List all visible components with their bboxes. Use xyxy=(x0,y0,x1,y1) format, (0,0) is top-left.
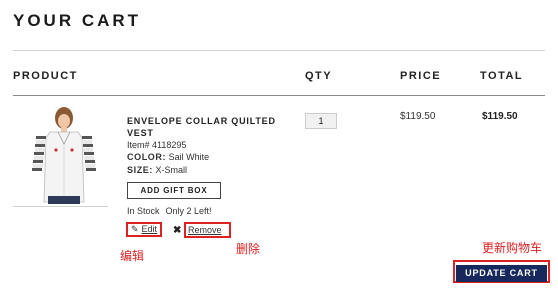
stock-status-text: In Stock xyxy=(127,206,160,216)
color-line: COLOR: Sail White xyxy=(127,152,209,162)
title-divider xyxy=(13,50,545,51)
update-cart-highlight: UPDATE CART xyxy=(453,260,550,283)
stock-left-text: Only 2 Left! xyxy=(165,206,212,216)
stock-status: In Stock Only 2 Left! xyxy=(127,206,212,216)
edit-link[interactable]: ✎ Edit xyxy=(126,222,163,237)
remove-x-icon[interactable]: ✖ xyxy=(173,225,181,236)
annotation-edit: 编辑 xyxy=(120,249,145,263)
column-header-product: PRODUCT xyxy=(13,70,78,82)
edit-label: Edit xyxy=(141,224,158,234)
item-total: $119.50 xyxy=(482,111,518,122)
item-price: $119.50 xyxy=(400,111,436,122)
header-divider xyxy=(13,95,545,96)
update-cart-button[interactable]: UPDATE CART xyxy=(456,264,547,282)
image-divider xyxy=(13,206,108,207)
column-header-total: TOTAL xyxy=(480,70,524,82)
size-value: X-Small xyxy=(155,165,188,175)
size-line: SIZE: X-Small xyxy=(127,165,187,175)
column-header-qty: QTY xyxy=(305,70,333,82)
remove-link[interactable]: Remove xyxy=(184,222,231,238)
annotation-update-cart: 更新购物车 xyxy=(482,241,543,255)
annotation-remove: 删除 xyxy=(236,242,261,256)
pencil-icon: ✎ xyxy=(131,224,139,234)
size-label: SIZE: xyxy=(127,165,154,175)
color-label: COLOR: xyxy=(127,152,167,162)
product-image[interactable] xyxy=(20,104,108,204)
column-header-price: PRICE xyxy=(400,70,442,82)
color-value: Sail White xyxy=(168,152,210,162)
product-name[interactable]: ENVELOPE COLLAR QUILTED VEST xyxy=(127,115,297,139)
add-gift-box-button[interactable]: ADD GIFT BOX xyxy=(127,182,221,199)
page-title: YOUR CART xyxy=(13,11,142,30)
item-number: Item# 4118295 xyxy=(127,140,187,150)
quantity-input[interactable] xyxy=(305,113,337,129)
